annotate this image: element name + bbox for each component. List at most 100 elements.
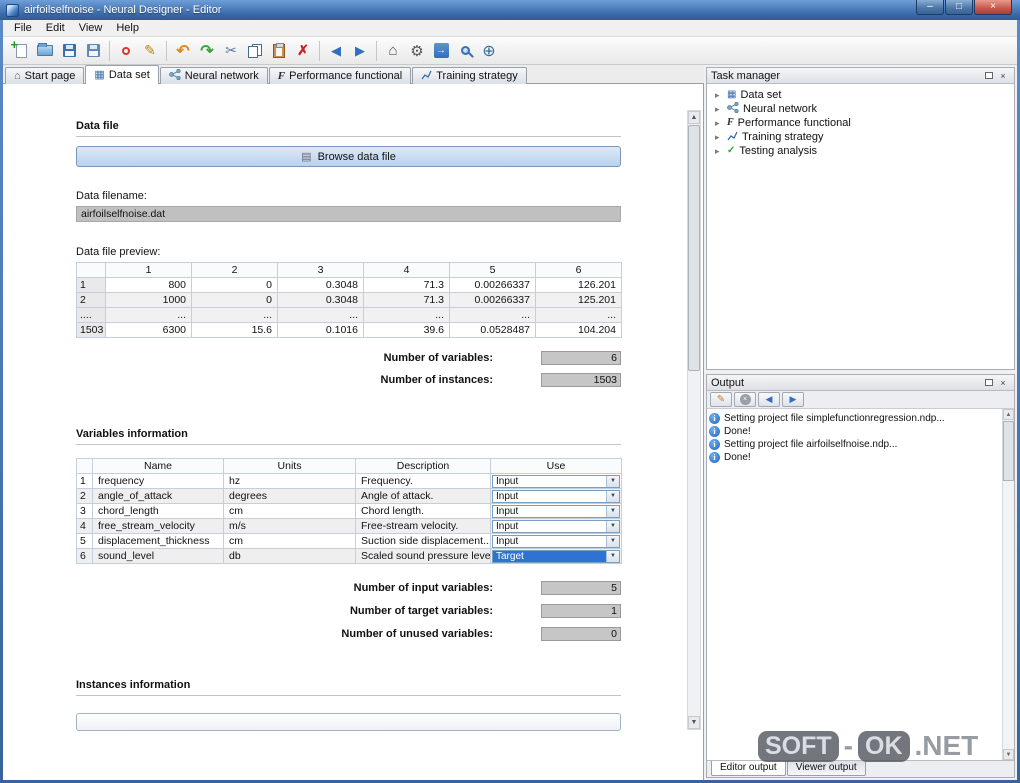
num-instances-value: 1503 bbox=[541, 373, 621, 387]
close-panel-icon[interactable]: × bbox=[996, 377, 1010, 389]
editor-scrollbar[interactable]: ▲ ▼ bbox=[687, 110, 701, 730]
tab-viewer-output[interactable]: Viewer output bbox=[786, 761, 866, 776]
use-select[interactable]: Input ▼ bbox=[492, 519, 620, 533]
tab-label: Data set bbox=[108, 69, 150, 81]
data-filename-field[interactable]: airfoilselfnoise.dat bbox=[76, 206, 621, 222]
menu-bar: File Edit View Help bbox=[3, 20, 1017, 37]
minimize-button[interactable]: – bbox=[916, 0, 944, 15]
col-header: 3 bbox=[277, 262, 364, 278]
use-select[interactable]: Input ▼ bbox=[492, 489, 620, 503]
undo-icon[interactable]: ↶ bbox=[171, 39, 195, 63]
variable-row: 6 sound_level db Scaled sound pressure l… bbox=[76, 548, 622, 564]
use-select[interactable]: Input ▼ bbox=[492, 474, 620, 488]
expander-icon[interactable]: ▸ bbox=[715, 146, 723, 157]
save-project-as-icon[interactable] bbox=[81, 39, 105, 63]
web-search-icon[interactable]: ⊕ bbox=[477, 39, 501, 63]
tab-editor-output[interactable]: Editor output bbox=[711, 761, 786, 776]
new-project-icon[interactable]: + bbox=[9, 37, 33, 63]
row-header: 2 bbox=[76, 292, 106, 308]
scroll-up-icon[interactable]: ▲ bbox=[688, 111, 700, 124]
menu-view[interactable]: View bbox=[72, 21, 110, 35]
output-scrollbar[interactable]: ▲ ▼ bbox=[1002, 409, 1014, 760]
data-file-heading: Data file bbox=[76, 120, 119, 132]
settings-gear-icon[interactable]: ⚙ bbox=[405, 39, 429, 63]
scrollbar-thumb[interactable] bbox=[688, 125, 700, 371]
variable-row: 1 frequency hz Frequency. Input ▼ bbox=[76, 473, 622, 489]
preview-row: .... ... ... ... ... ... ... bbox=[76, 307, 622, 323]
output-back-icon[interactable]: ◀ bbox=[758, 392, 780, 407]
cell: 1000 bbox=[105, 292, 192, 308]
redo-icon[interactable]: ↷ bbox=[195, 39, 219, 63]
menu-file[interactable]: File bbox=[7, 21, 39, 35]
tree-item-data-set[interactable]: ▸ ▦ Data set bbox=[707, 88, 1014, 102]
tab-data-set[interactable]: ▦ Data set bbox=[85, 65, 159, 84]
home-icon[interactable]: ⌂ bbox=[381, 39, 405, 63]
chevron-down-icon[interactable]: ▼ bbox=[606, 505, 619, 517]
forward-icon[interactable]: ▶ bbox=[348, 39, 372, 63]
output-header: Output × bbox=[707, 375, 1014, 391]
cut-icon[interactable]: ✂ bbox=[219, 39, 243, 63]
maximize-button[interactable]: □ bbox=[945, 0, 973, 15]
save-project-icon[interactable] bbox=[57, 39, 81, 63]
output-clear-icon[interactable]: × bbox=[734, 392, 756, 407]
chevron-down-icon[interactable]: ▼ bbox=[606, 535, 619, 547]
scrollbar-thumb[interactable] bbox=[1003, 421, 1014, 481]
scroll-up-icon[interactable]: ▲ bbox=[1003, 409, 1014, 420]
tree-item-performance-functional[interactable]: ▸ F Performance functional bbox=[707, 116, 1014, 130]
scroll-down-icon[interactable]: ▼ bbox=[688, 716, 700, 729]
use-select-target[interactable]: Target ▼ bbox=[492, 549, 620, 563]
browse-data-file-button[interactable]: ▤ Browse data file bbox=[76, 146, 621, 167]
edit-icon[interactable]: ✎ bbox=[138, 39, 162, 63]
training-strategy-icon bbox=[727, 130, 738, 144]
tab-training-strategy[interactable]: Training strategy bbox=[412, 67, 527, 84]
record-icon[interactable] bbox=[114, 39, 138, 63]
close-button[interactable]: × bbox=[974, 0, 1012, 15]
output-edit-icon[interactable]: ✎ bbox=[710, 392, 732, 407]
back-icon[interactable]: ◀ bbox=[324, 39, 348, 63]
run-icon[interactable]: → bbox=[429, 39, 453, 63]
float-panel-icon[interactable] bbox=[982, 377, 996, 389]
output-forward-icon[interactable]: ▶ bbox=[782, 392, 804, 407]
side-pane: Task manager × ▸ ▦ Data set ▸ Neural net… bbox=[704, 65, 1017, 780]
variable-description-cell: Frequency. bbox=[355, 473, 491, 489]
menu-help[interactable]: Help bbox=[109, 21, 146, 35]
expander-icon[interactable]: ▸ bbox=[715, 118, 723, 129]
tree-item-neural-network[interactable]: ▸ Neural network bbox=[707, 101, 1014, 116]
copy-icon[interactable] bbox=[243, 39, 267, 63]
watermark-separator: - bbox=[843, 730, 853, 761]
expander-icon[interactable]: ▸ bbox=[715, 104, 723, 115]
paste-icon[interactable] bbox=[267, 39, 291, 63]
use-select[interactable]: Input ▼ bbox=[492, 504, 620, 518]
tree-item-training-strategy[interactable]: ▸ Training strategy bbox=[707, 130, 1014, 144]
chevron-down-icon[interactable]: ▼ bbox=[606, 490, 619, 502]
float-panel-icon[interactable] bbox=[982, 70, 996, 82]
tab-start-page[interactable]: ⌂ Start page bbox=[5, 67, 85, 84]
use-select[interactable]: Input ▼ bbox=[492, 534, 620, 548]
output-tab-bar: Editor output Viewer output bbox=[707, 760, 1014, 777]
close-panel-icon[interactable]: × bbox=[996, 70, 1010, 82]
tab-label: Training strategy bbox=[436, 70, 518, 82]
chevron-down-icon[interactable]: ▼ bbox=[606, 550, 619, 562]
variable-description-cell: Suction side displacement... bbox=[355, 533, 491, 549]
chevron-down-icon[interactable]: ▼ bbox=[606, 475, 619, 487]
chevron-down-icon[interactable]: ▼ bbox=[606, 520, 619, 532]
tab-performance-functional[interactable]: F Performance functional bbox=[268, 67, 412, 84]
expander-icon[interactable]: ▸ bbox=[715, 132, 723, 143]
task-manager-title: Task manager bbox=[711, 69, 781, 82]
watermark: SOFT - OK .NET bbox=[758, 730, 978, 762]
open-project-icon[interactable] bbox=[33, 39, 57, 63]
delete-icon[interactable]: ✗ bbox=[291, 39, 315, 63]
scroll-down-icon[interactable]: ▼ bbox=[1003, 749, 1014, 760]
menu-edit[interactable]: Edit bbox=[39, 21, 72, 35]
variable-description-cell: Scaled sound pressure level. bbox=[355, 548, 491, 564]
output-title: Output bbox=[711, 376, 745, 389]
tree-item-testing-analysis[interactable]: ▸ ✓ Testing analysis bbox=[707, 144, 1014, 158]
preview-row: 2 1000 0 0.3048 71.3 0.00266337 125.201 bbox=[76, 292, 622, 308]
section-divider bbox=[76, 444, 621, 445]
expander-icon[interactable]: ▸ bbox=[715, 90, 723, 101]
zoom-icon[interactable] bbox=[453, 39, 477, 63]
performance-functional-icon: F bbox=[277, 69, 286, 82]
tree-item-label: Training strategy bbox=[742, 131, 824, 143]
variable-row: 3 chord_length cm Chord length. Input ▼ bbox=[76, 503, 622, 519]
tab-neural-network[interactable]: Neural network bbox=[159, 67, 268, 84]
